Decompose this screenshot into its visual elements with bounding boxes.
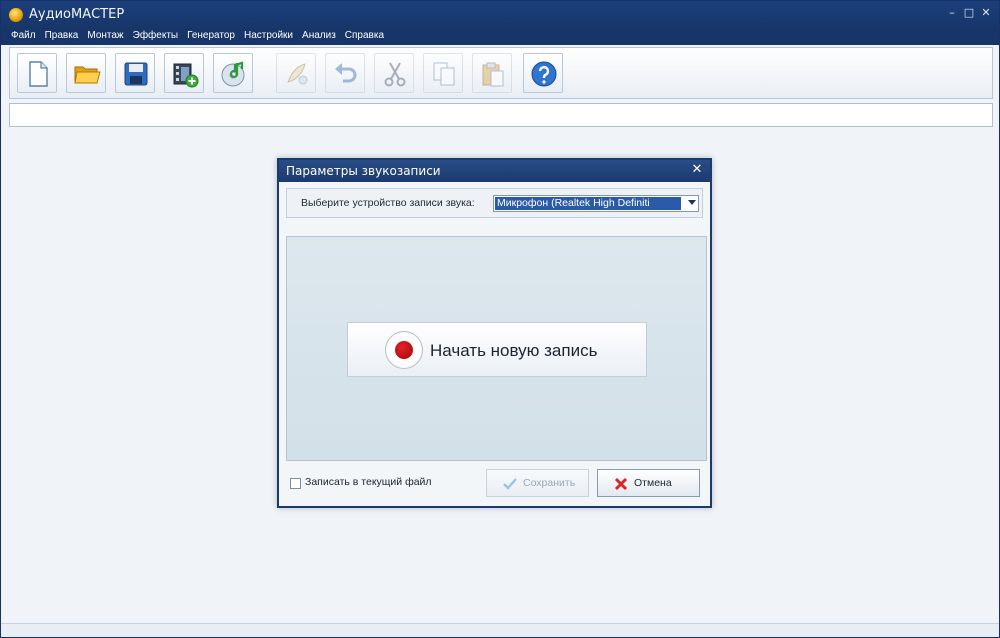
cut-button[interactable] — [374, 53, 414, 93]
device-label: Выберите устройство записи звука: — [301, 197, 475, 209]
paste-button[interactable] — [472, 53, 512, 93]
checkbox-label[interactable]: Записать в текущий файл — [305, 476, 432, 488]
track-info-bar — [9, 103, 993, 127]
paste-icon — [482, 62, 504, 87]
audio-effect-button[interactable] — [276, 53, 316, 93]
start-recording-label: Начать новую запись — [430, 341, 598, 360]
save-button-toolbar[interactable] — [115, 53, 155, 93]
chevron-down-icon[interactable] — [688, 200, 696, 205]
checkmark-icon — [503, 478, 517, 490]
dialog-close-button[interactable]: ✕ — [690, 163, 704, 177]
open-file-button[interactable] — [66, 53, 106, 93]
close-button[interactable]: ✕ — [979, 6, 993, 20]
menu-analysis[interactable]: Анализ — [302, 29, 336, 45]
cd-music-button[interactable] — [213, 53, 253, 93]
menu-edit[interactable]: Правка — [45, 29, 79, 45]
record-icon — [385, 331, 423, 369]
minimize-button[interactable]: – — [945, 6, 959, 20]
app-window: АудиоМАСТЕР – □ ✕ Файл Правка Монтаж Эфф… — [0, 0, 1000, 638]
menu-effects[interactable]: Эффекты — [133, 29, 178, 45]
copy-icon — [433, 62, 455, 86]
save-label: Сохранить — [523, 477, 576, 489]
help-button[interactable] — [523, 53, 563, 93]
status-bar — [1, 623, 999, 637]
toolbar — [9, 47, 993, 99]
cancel-label: Отмена — [634, 477, 672, 489]
device-selection-row: Выберите устройство записи звука: Микроф… — [286, 188, 703, 218]
dialog-title-bar[interactable]: Параметры звукозаписи ✕ — [279, 160, 710, 182]
save-button[interactable]: Сохранить — [486, 469, 589, 497]
menu-settings[interactable]: Настройки — [244, 29, 293, 45]
device-select-value: Микрофон (Realtek High Definiti — [495, 197, 681, 210]
help-icon — [531, 61, 557, 87]
menu-file[interactable]: Файл — [11, 29, 36, 45]
open-folder-icon — [74, 66, 101, 84]
menu-bar: Файл Правка Монтаж Эффекты Генератор Нас… — [1, 29, 999, 45]
new-file-icon — [29, 61, 48, 87]
dialog-title: Параметры звукозаписи — [286, 164, 441, 178]
menu-montage[interactable]: Монтаж — [87, 29, 123, 45]
save-disk-icon — [124, 62, 148, 86]
cut-icon — [384, 62, 406, 87]
record-panel: Начать новую запись — [286, 236, 707, 461]
menu-help[interactable]: Справка — [345, 29, 384, 45]
record-to-current-file-checkbox[interactable] — [290, 478, 301, 489]
cancel-button[interactable]: Отмена — [597, 469, 700, 497]
cd-music-icon — [221, 61, 245, 87]
window-controls: – □ ✕ — [945, 6, 993, 20]
recording-settings-dialog: Параметры звукозаписи ✕ Выберите устройс… — [277, 158, 712, 508]
app-logo-icon — [9, 8, 23, 22]
maximize-button[interactable]: □ — [962, 6, 976, 20]
copy-button[interactable] — [423, 53, 463, 93]
title-bar[interactable]: АудиоМАСТЕР – □ ✕ — [1, 1, 999, 29]
video-add-icon — [173, 63, 199, 88]
undo-icon — [335, 63, 357, 83]
new-file-button[interactable] — [17, 53, 57, 93]
start-recording-button[interactable]: Начать новую запись — [347, 322, 647, 377]
menu-generator[interactable]: Генератор — [187, 29, 235, 45]
audio-effect-icon — [287, 63, 308, 85]
recording-device-select[interactable]: Микрофон (Realtek High Definiti — [493, 195, 699, 212]
add-video-button[interactable] — [164, 53, 204, 93]
cancel-x-icon — [614, 477, 628, 491]
undo-button[interactable] — [325, 53, 365, 93]
app-title: АудиоМАСТЕР — [29, 7, 125, 22]
